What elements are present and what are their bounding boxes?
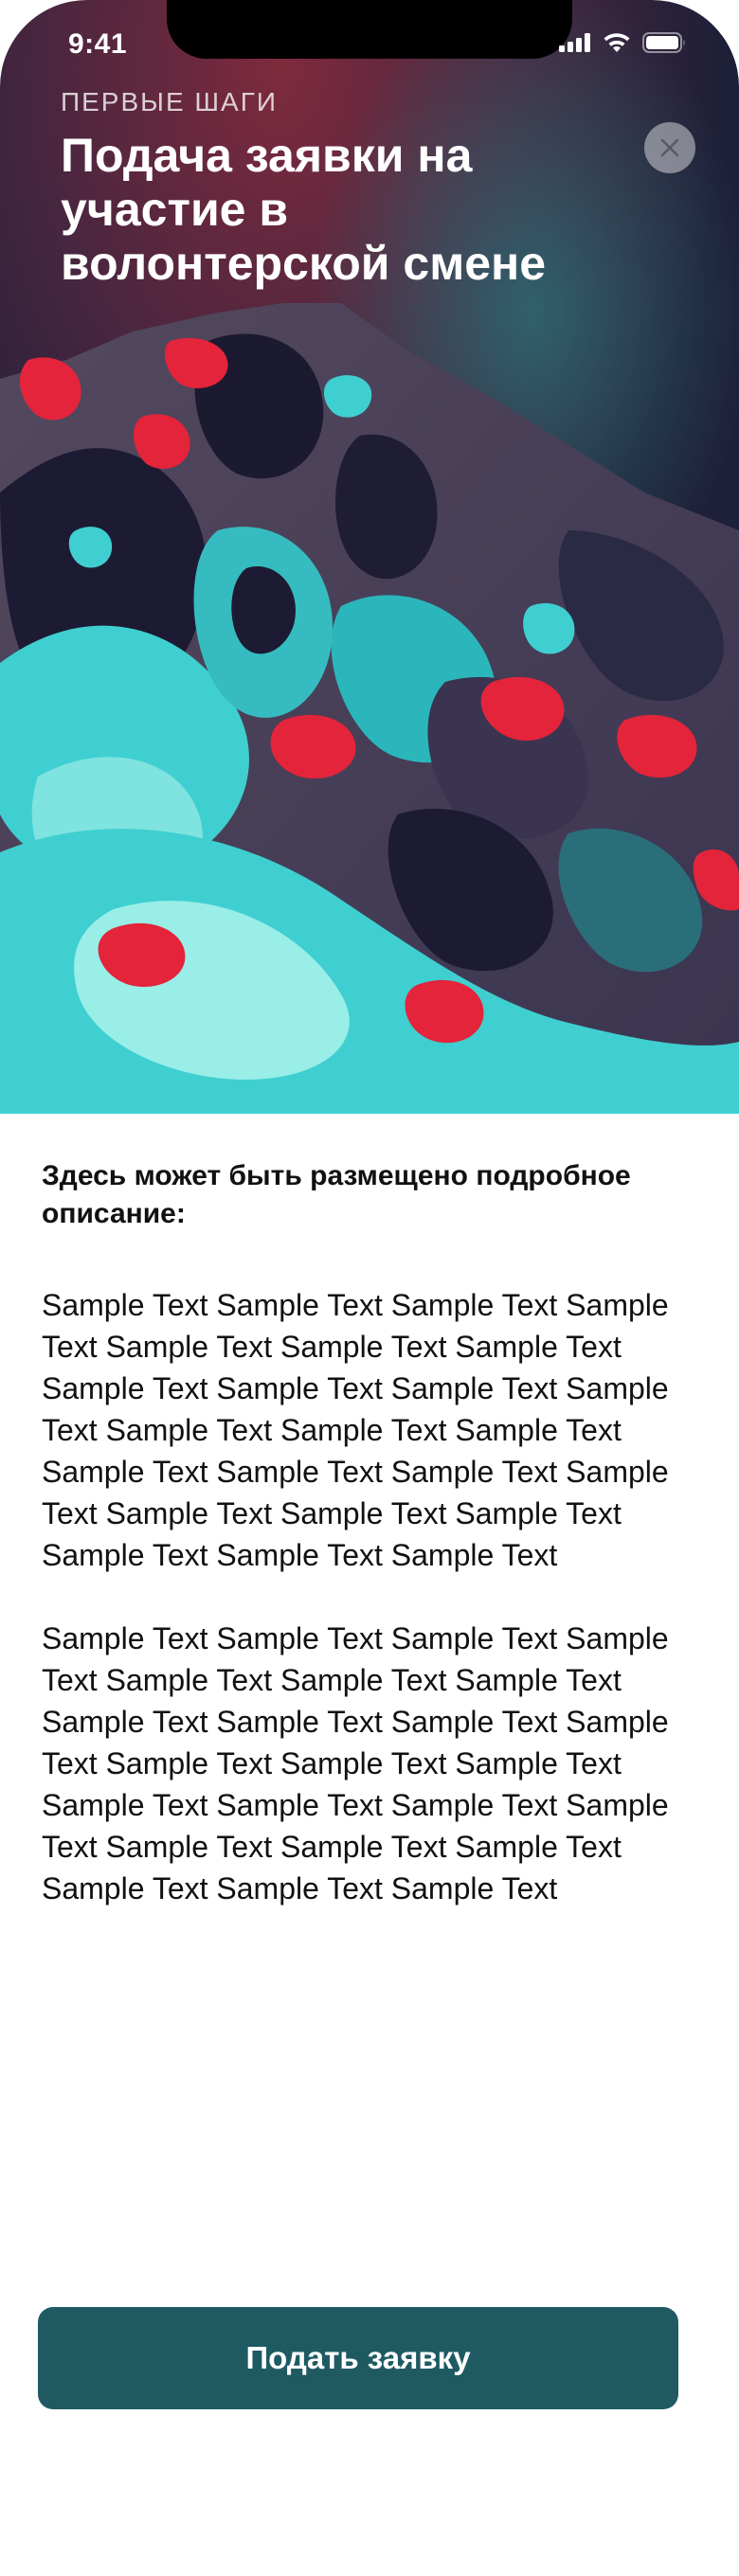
status-bar: 9:41 <box>0 0 739 91</box>
status-time: 9:41 <box>68 28 128 60</box>
section-eyebrow: ПЕРВЫЕ ШАГИ <box>61 87 279 116</box>
description-heading: Здесь может быть размещено подробное опи… <box>42 1160 631 1229</box>
cellular-signal-icon <box>559 33 590 52</box>
battery-icon <box>642 32 685 53</box>
screen: 9:41 ПЕРВЫЕ ШАГИ Подача заявки на участи… <box>0 0 739 2576</box>
description-paragraph: Sample Text Sample Text Sample Text Samp… <box>42 1288 669 1572</box>
submit-application-button[interactable]: Подать заявку <box>38 2307 678 2409</box>
description-paragraph: Sample Text Sample Text Sample Text Samp… <box>42 1621 669 1905</box>
description-section: Здесь может быть размещено подробное опи… <box>42 1157 686 1909</box>
wifi-icon <box>604 33 630 52</box>
page-title: Подача заявки на участие в волонтерской … <box>61 129 547 290</box>
status-icons <box>559 32 686 53</box>
close-icon <box>660 138 679 157</box>
close-button[interactable] <box>644 122 695 173</box>
